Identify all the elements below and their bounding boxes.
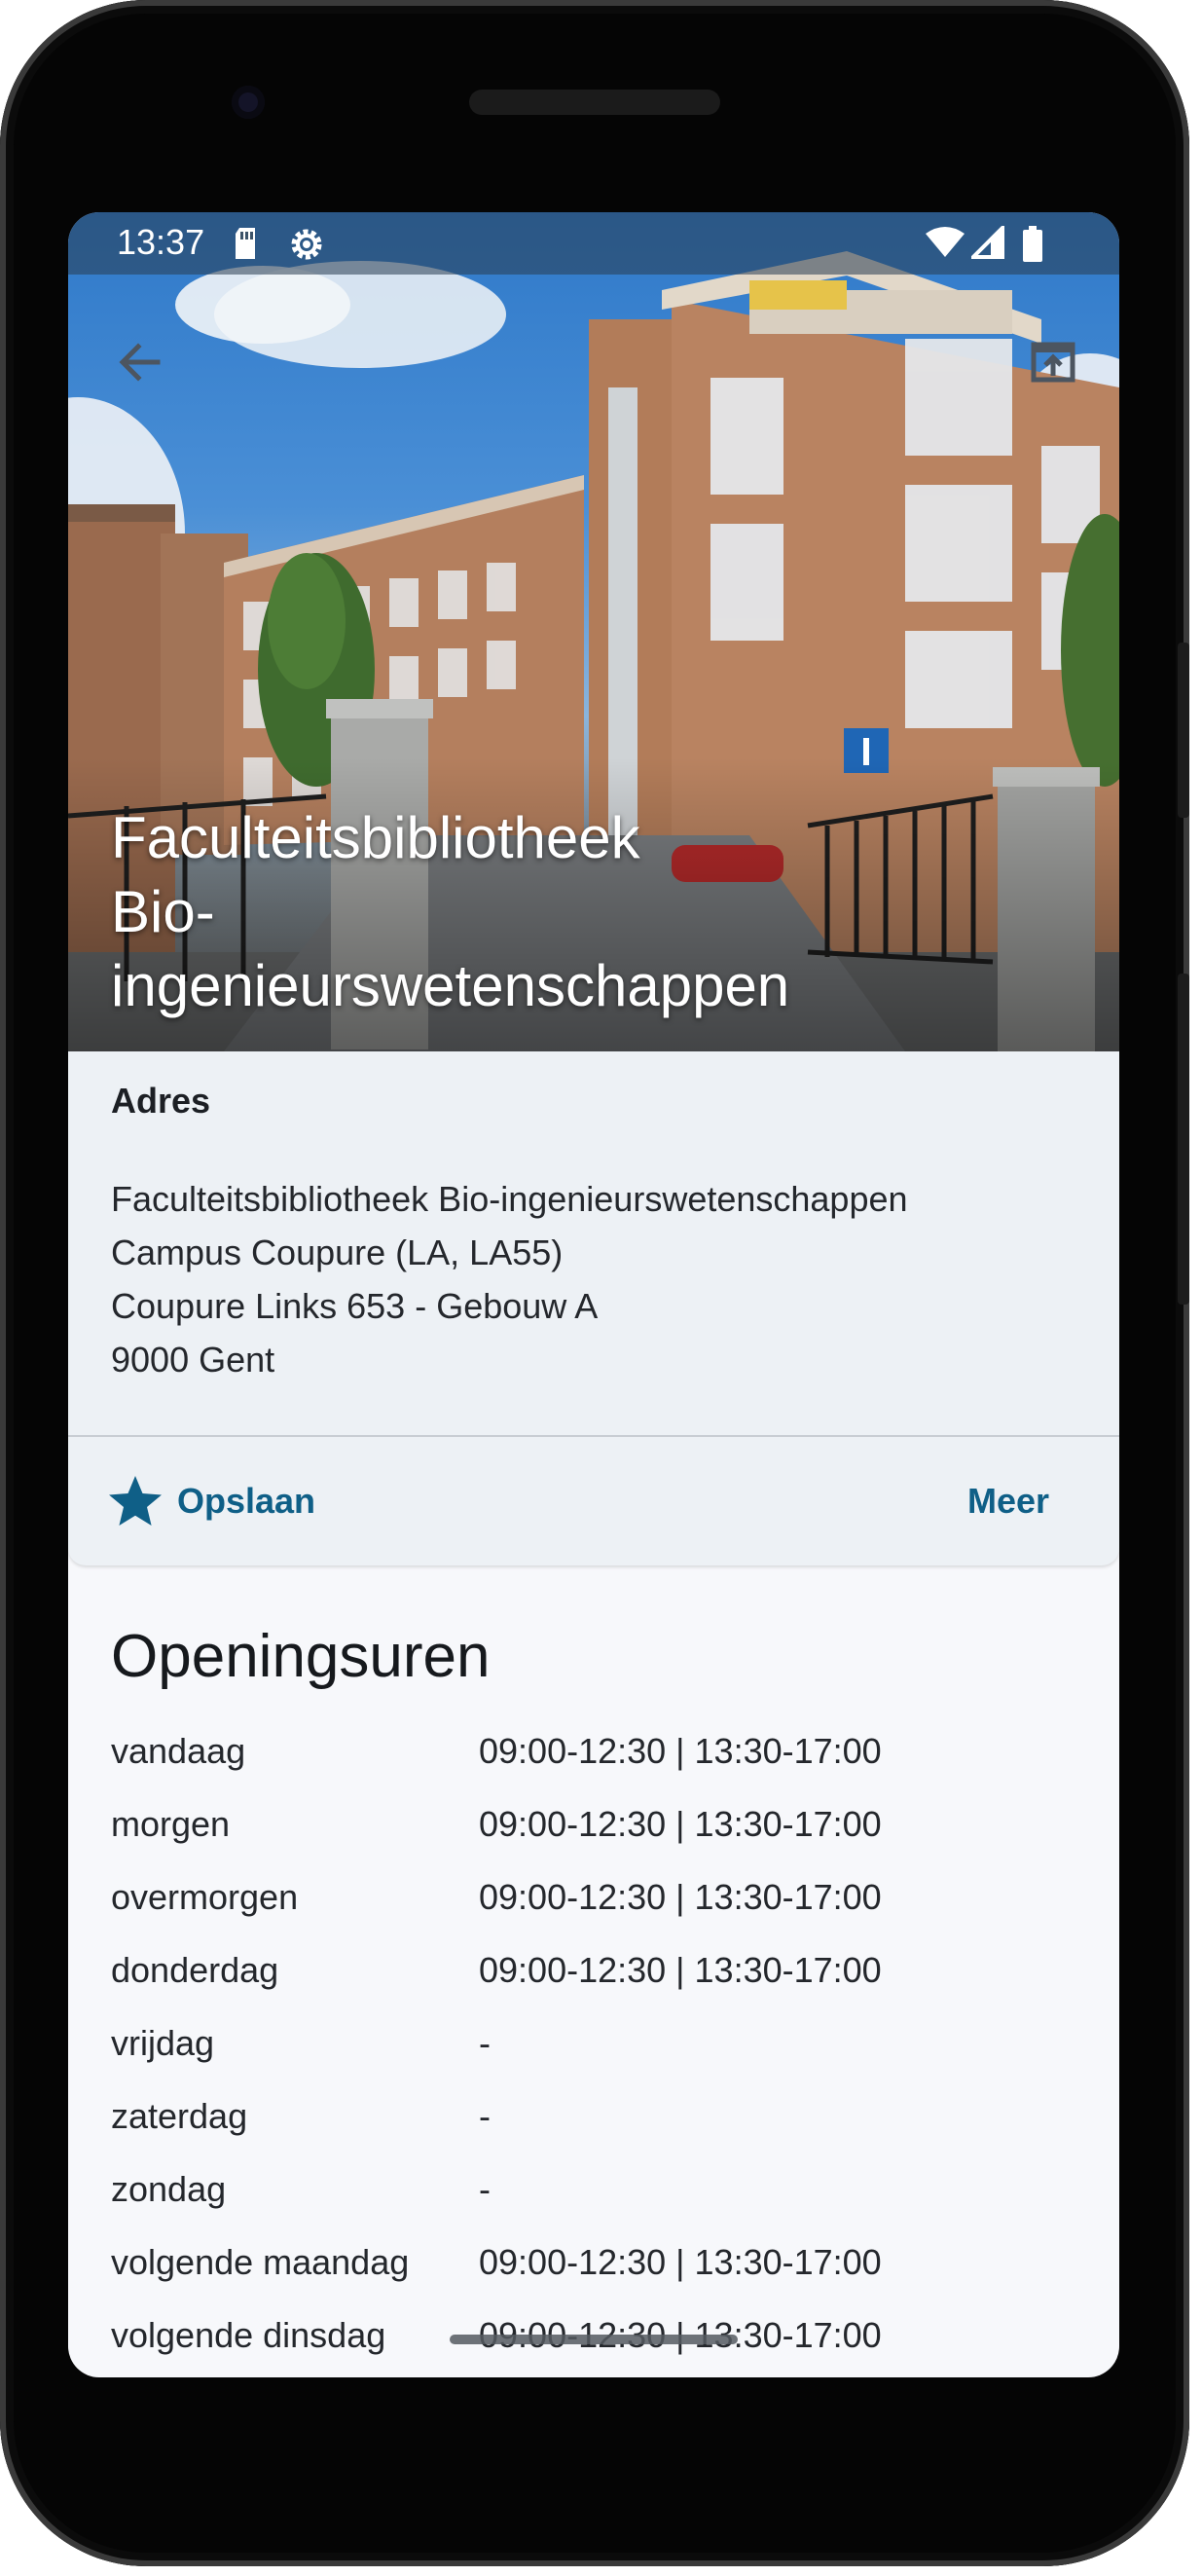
settings-gear-icon xyxy=(288,226,325,268)
gesture-navigation-handle[interactable] xyxy=(450,2335,738,2344)
library-title: Faculteitsbibliotheek Bio- ingenieurswet… xyxy=(111,801,987,1023)
power-button xyxy=(1178,643,1189,818)
volume-button xyxy=(1178,974,1189,1305)
hours-day: volgende maandag xyxy=(111,2242,410,2282)
arrow-left-icon xyxy=(119,343,161,382)
title-line: Faculteitsbibliotheek xyxy=(111,805,640,870)
title-line: Bio- xyxy=(111,879,215,944)
save-label: Opslaan xyxy=(177,1481,316,1521)
sd-card-icon xyxy=(232,226,259,266)
hours-row: volgende dinsdag 09:00-12:30 | 13:30-17:… xyxy=(111,2315,1084,2377)
hours-day: donderdag xyxy=(111,1950,279,1990)
open-in-new-icon xyxy=(1031,342,1075,383)
address-line: Coupure Links 653 - Gebouw A xyxy=(111,1286,599,1326)
hours-day: vandaag xyxy=(111,1731,246,1771)
card-actions: Opslaan Meer xyxy=(68,1437,1119,1565)
status-bar: 13:37 xyxy=(68,212,1119,275)
open-external-button[interactable] xyxy=(1024,333,1082,391)
battery-icon xyxy=(1022,226,1043,268)
address-line: Faculteitsbibliotheek Bio-ingenieurswete… xyxy=(111,1179,908,1219)
hours-day: zaterdag xyxy=(111,2096,248,2136)
save-button[interactable]: Opslaan xyxy=(107,1472,315,1530)
hours-day: volgende dinsdag xyxy=(111,2315,386,2355)
opening-hours-heading: Openingsuren xyxy=(111,1623,491,1690)
hours-time: 09:00-12:30 | 13:30-17:00 xyxy=(479,2242,882,2282)
hours-day: vrijdag xyxy=(111,2023,215,2063)
library-building-photo: 13:37 Faculteitsbibliotheek Bio- ingenie… xyxy=(68,212,1119,1051)
address-lines[interactable]: Faculteitsbibliotheek Bio-ingenieurswete… xyxy=(111,1172,908,1386)
cell-signal-icon xyxy=(968,223,1004,264)
hours-time: 09:00-12:30 | 13:30-17:00 xyxy=(479,1731,882,1771)
address-line: 9000 Gent xyxy=(111,1340,275,1380)
hours-time: 09:00-12:30 | 13:30-17:00 xyxy=(479,1804,882,1844)
hours-row: vandaag 09:00-12:30 | 13:30-17:00 xyxy=(111,1731,1084,1804)
address-card: Adres Faculteitsbibliotheek Bio-ingenieu… xyxy=(68,1051,1119,1435)
hours-row: overmorgen 09:00-12:30 | 13:30-17:00 xyxy=(111,1877,1084,1950)
back-button[interactable] xyxy=(111,333,169,391)
hours-day: overmorgen xyxy=(111,1877,299,1917)
hours-row: vrijdag - xyxy=(111,2023,1084,2096)
front-camera xyxy=(232,86,265,119)
star-icon xyxy=(109,1476,162,1526)
hours-day: morgen xyxy=(111,1804,231,1844)
hours-day: zondag xyxy=(111,2169,227,2209)
hours-row: zondag - xyxy=(111,2169,1084,2242)
opening-hours-list: vandaag 09:00-12:30 | 13:30-17:00 morgen… xyxy=(111,1731,1084,2377)
app-screen: 13:37 Faculteitsbibliotheek Bio- ingenie… xyxy=(68,212,1119,2377)
more-button[interactable]: Meer xyxy=(967,1472,1049,1530)
hours-row: volgende maandag 09:00-12:30 | 13:30-17:… xyxy=(111,2242,1084,2315)
hours-time: 09:00-12:30 | 13:30-17:00 xyxy=(479,1950,882,1990)
address-line: Campus Coupure (LA, LA55) xyxy=(111,1233,564,1272)
wifi-icon xyxy=(925,226,965,264)
phone-frame: 13:37 Faculteitsbibliotheek Bio- ingenie… xyxy=(0,0,1189,2566)
address-heading: Adres xyxy=(111,1081,211,1121)
title-line: ingenieurswetenschappen xyxy=(111,953,790,1018)
hours-row: morgen 09:00-12:30 | 13:30-17:00 xyxy=(111,1804,1084,1877)
hours-row: donderdag 09:00-12:30 | 13:30-17:00 xyxy=(111,1950,1084,2023)
hours-time: 09:00-12:30 | 13:30-17:00 xyxy=(479,1877,882,1917)
hours-time: - xyxy=(479,2023,491,2063)
earpiece-speaker xyxy=(469,90,720,115)
hours-time: - xyxy=(479,2096,491,2136)
hours-row: zaterdag - xyxy=(111,2096,1084,2169)
hours-time: - xyxy=(479,2169,491,2209)
status-time: 13:37 xyxy=(117,222,205,262)
